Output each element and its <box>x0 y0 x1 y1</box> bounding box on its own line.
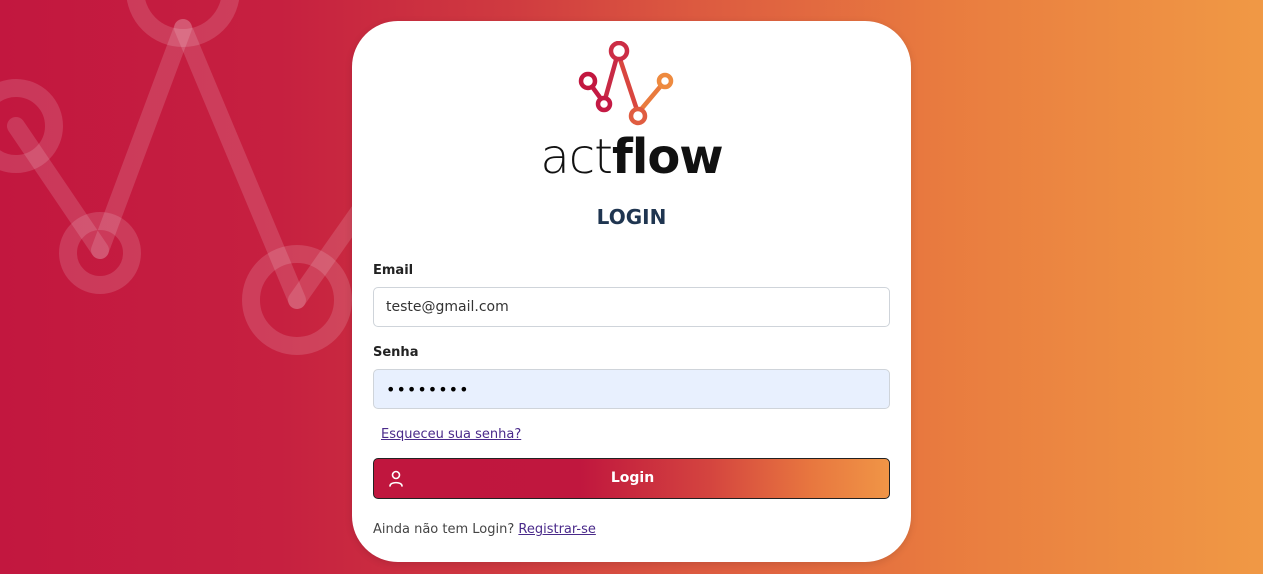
register-prompt: Ainda não tem Login? Registrar-se <box>373 522 596 537</box>
email-input[interactable] <box>373 287 890 327</box>
brand-name-bold: flow <box>611 129 724 185</box>
login-title: LOGIN <box>596 205 667 229</box>
brand-wordmark: actflow <box>352 129 911 185</box>
login-card: actflow LOGIN Email Senha Esqueceu sua s… <box>352 21 911 562</box>
actflow-logo-icon <box>578 41 674 126</box>
login-page: actflow LOGIN Email Senha Esqueceu sua s… <box>0 0 1266 574</box>
forgot-password-link[interactable]: Esqueceu sua senha? <box>381 427 521 442</box>
email-label: Email <box>373 263 414 278</box>
brand-name-light: act <box>540 129 613 185</box>
register-link[interactable]: Registrar-se <box>518 522 595 537</box>
password-input[interactable] <box>373 369 890 409</box>
password-label: Senha <box>373 345 419 360</box>
login-button[interactable]: Login <box>373 458 890 499</box>
login-button-label: Login <box>610 470 655 486</box>
register-prompt-text: Ainda não tem Login? <box>373 522 515 537</box>
